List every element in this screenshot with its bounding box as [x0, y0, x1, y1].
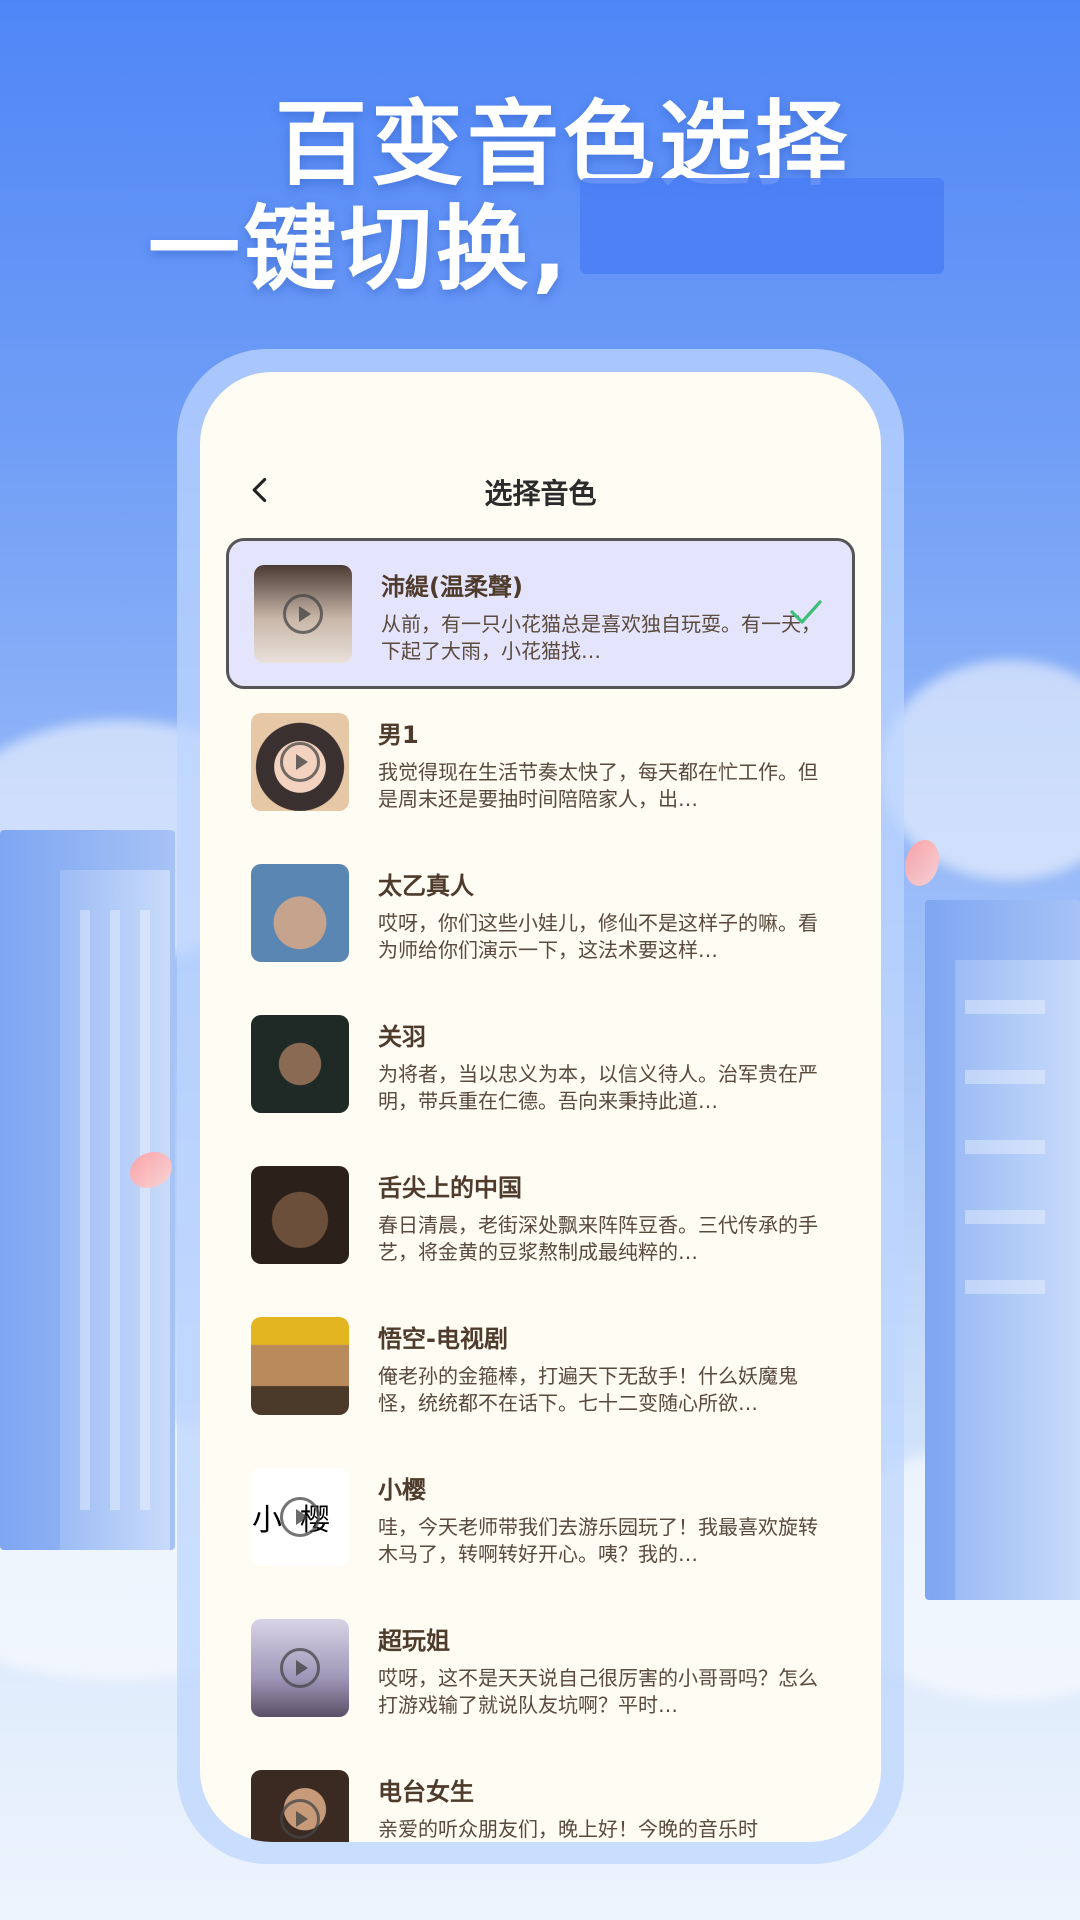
- voice-description: 俺老孙的金箍棒，打遍天下无敌手！什么妖魔鬼怪，统统都不在话下。七十二变随心所欲…: [378, 1364, 798, 1415]
- avatar[interactable]: [251, 713, 349, 811]
- play-icon[interactable]: [280, 742, 320, 782]
- voice-description: 我觉得现在生活节奏太快了，每天都在忙工作。但是周末还是要抽时间陪陪家人，出…: [378, 760, 818, 811]
- voice-name: 太乙真人: [378, 872, 474, 900]
- status-bar: [240, 394, 841, 428]
- voice-description: 春日清晨，老街深处飘来阵阵豆香。三代传承的手艺，将金黄的豆浆熬制成最纯粹的…: [378, 1213, 818, 1264]
- voice-description: 亲爱的听众朋友们，晚上好！今晚的音乐时: [378, 1817, 758, 1841]
- play-icon[interactable]: [280, 1799, 320, 1839]
- voice-item[interactable]: 关羽 为将者，当以忠义为本，以信义待人。治军贵在严明，带兵重在仁德。吾向来秉持此…: [226, 991, 855, 1142]
- voice-name: 男1: [378, 721, 419, 749]
- voice-item[interactable]: 悟空-电视剧 俺老孙的金箍棒，打遍天下无敌手！什么妖魔鬼怪，统统都不在话下。七十…: [226, 1293, 855, 1444]
- voice-item[interactable]: 太乙真人 哎呀，你们这些小娃儿，修仙不是这样子的嘛。看为师给你们演示一下，这法术…: [226, 840, 855, 991]
- petal-decoration: [905, 840, 939, 886]
- avatar[interactable]: [251, 1770, 349, 1842]
- voice-description: 哎呀，这不是天天说自己很厉害的小哥哥吗？怎么打游戏输了就说队友坑啊？平时…: [378, 1666, 818, 1717]
- avatar[interactable]: [251, 1015, 349, 1113]
- voice-item[interactable]: 超玩姐 哎呀，这不是天天说自己很厉害的小哥哥吗？怎么打游戏输了就说队友坑啊？平时…: [226, 1595, 855, 1746]
- avatar[interactable]: [251, 1166, 349, 1264]
- nav-bar: 选择音色: [200, 452, 881, 532]
- voice-name: 关羽: [378, 1023, 426, 1051]
- voice-description: 哇，今天老师带我们去游乐园玩了！我最喜欢旋转木马了，转啊转好开心。咦？我的…: [378, 1515, 818, 1566]
- avatar[interactable]: [251, 1317, 349, 1415]
- voice-item[interactable]: 舌尖上的中国 春日清晨，老街深处飘来阵阵豆香。三代传承的手艺，将金黄的豆浆熬制成…: [226, 1142, 855, 1293]
- voice-name: 舌尖上的中国: [378, 1174, 522, 1202]
- voice-item[interactable]: 男1 我觉得现在生活节奏太快了，每天都在忙工作。但是周末还是要抽时间陪陪家人，出…: [226, 689, 855, 840]
- voice-item-selected[interactable]: 沛緹(温柔聲) 从前，有一只小花猫总是喜欢独自玩耍。有一天，下起了大雨，小花猫找…: [226, 538, 855, 689]
- avatar[interactable]: 小樱: [251, 1468, 349, 1566]
- building-left: [0, 830, 175, 1550]
- avatar[interactable]: [254, 565, 352, 663]
- voice-name: 小樱: [378, 1476, 426, 1504]
- voice-description: 为将者，当以忠义为本，以信义待人。治军贵在严明，带兵重在仁德。吾向来秉持此道…: [378, 1062, 818, 1113]
- headline-redaction: [580, 178, 944, 274]
- avatar[interactable]: [251, 864, 349, 962]
- voice-description: 从前，有一只小花猫总是喜欢独自玩耍。有一天，下起了大雨，小花猫找…: [381, 612, 821, 663]
- voice-list: 沛緹(温柔聲) 从前，有一只小花猫总是喜欢独自玩耍。有一天，下起了大雨，小花猫找…: [226, 538, 855, 1842]
- voice-name: 沛緹(温柔聲): [381, 573, 523, 601]
- play-icon[interactable]: [283, 594, 323, 634]
- phone-screen: 选择音色 沛緹(温柔聲) 从前，有一只小花猫总是喜欢独自玩耍。有一天，下起了大雨…: [200, 372, 881, 1842]
- voice-name: 电台女生: [378, 1778, 474, 1806]
- voice-name: 超玩姐: [378, 1627, 450, 1655]
- voice-name: 悟空-电视剧: [378, 1325, 508, 1353]
- voice-description: 哎呀，你们这些小娃儿，修仙不是这样子的嘛。看为师给你们演示一下，这法术要这样…: [378, 911, 818, 962]
- building-right: [925, 900, 1080, 1600]
- avatar[interactable]: [251, 1619, 349, 1717]
- play-icon[interactable]: [280, 1648, 320, 1688]
- voice-item[interactable]: 电台女生 亲爱的听众朋友们，晚上好！今晚的音乐时: [226, 1746, 855, 1842]
- page-title: 选择音色: [484, 477, 597, 510]
- play-icon[interactable]: [280, 1497, 320, 1537]
- check-icon: [790, 600, 822, 624]
- voice-item[interactable]: 小樱 小樱 哇，今天老师带我们去游乐园玩了！我最喜欢旋转木马了，转啊转好开心。咦…: [226, 1444, 855, 1595]
